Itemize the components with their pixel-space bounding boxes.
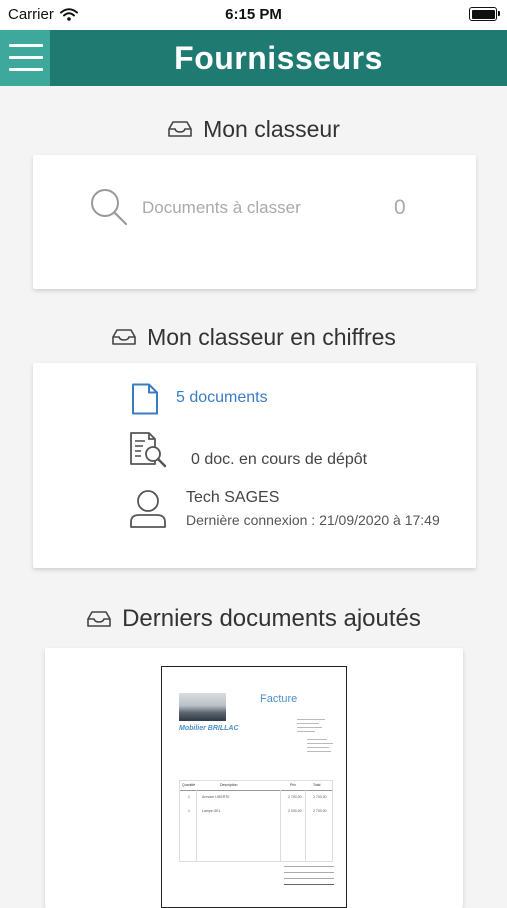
invoice-row: 1 Armoire LIBERTE 2 700,00 2 700,00: [188, 795, 327, 799]
chiffres-card: 5 documents 0 doc. en cours de dépôt Tec…: [33, 363, 476, 568]
section-title-text: Mon classeur en chiffres: [147, 323, 396, 350]
invoice-recipient-block: [307, 739, 337, 755]
section-chiffres-title: Mon classeur en chiffres: [0, 322, 507, 352]
battery-icon: [469, 7, 500, 21]
documents-to-classify-count: 0: [394, 196, 406, 219]
hamburger-line: [9, 44, 43, 47]
classeur-card[interactable]: Documents à classer 0: [33, 155, 476, 289]
invoice-address-block: [297, 719, 327, 735]
menu-button[interactable]: [0, 30, 50, 86]
invoice-table: Quantité Description Prix Total 1 Armoir…: [179, 780, 333, 862]
section-recent-title: Derniers documents ajoutés: [0, 603, 507, 635]
invoice-totals: [284, 863, 334, 890]
col-quantity: Quantité: [182, 783, 196, 787]
col-price: Prix: [290, 783, 297, 787]
invoice-heading: Facture: [260, 693, 298, 705]
status-bar: Carrier 6:15 PM: [0, 0, 507, 30]
documents-count-link[interactable]: 5 documents: [176, 389, 268, 407]
inbox-icon: [87, 611, 111, 627]
col-total: Total: [313, 783, 321, 787]
hamburger-line: [9, 68, 43, 71]
section-title-text: Derniers documents ajoutés: [122, 605, 421, 632]
invoice-company: Mobilier BRILLAC: [179, 725, 239, 732]
user-icon: [130, 490, 166, 528]
section-title-text: Mon classeur: [203, 115, 340, 142]
pending-row: 0 doc. en cours de dépôt: [129, 431, 429, 471]
col-description: Description: [220, 783, 238, 787]
document-search-icon: [130, 432, 167, 468]
status-time: 6:15 PM: [225, 6, 282, 23]
invoice-row: 1 Lampe GEL 2 000,00 2 700,00: [188, 809, 327, 813]
document-icon: [132, 383, 158, 415]
section-classeur-title: Mon classeur: [0, 114, 507, 144]
inbox-icon: [168, 121, 192, 137]
invoice-photo: [179, 693, 226, 721]
last-login: Dernière connexion : 21/09/2020 à 17:49: [186, 512, 440, 528]
page-title: Fournisseurs: [174, 40, 383, 76]
hamburger-line: [9, 56, 43, 59]
nav-bar: Fournisseurs: [0, 30, 507, 86]
inbox-icon: [112, 329, 136, 345]
document-thumbnail[interactable]: Facture Mobilier BRILLAC Quantité Descri…: [161, 666, 347, 908]
documents-row[interactable]: 5 documents: [131, 383, 351, 415]
pending-documents-label: 0 doc. en cours de dépôt: [191, 451, 368, 468]
recent-documents-card: Facture Mobilier BRILLAC Quantité Descri…: [45, 648, 463, 908]
documents-to-classify-label: Documents à classer: [142, 198, 301, 217]
invoice-table-header: Quantité Description Prix Total: [180, 781, 332, 791]
user-row: Tech SAGES Dernière connexion : 21/09/20…: [129, 487, 474, 531]
user-name: Tech SAGES: [186, 489, 280, 506]
search-icon: [91, 189, 128, 226]
